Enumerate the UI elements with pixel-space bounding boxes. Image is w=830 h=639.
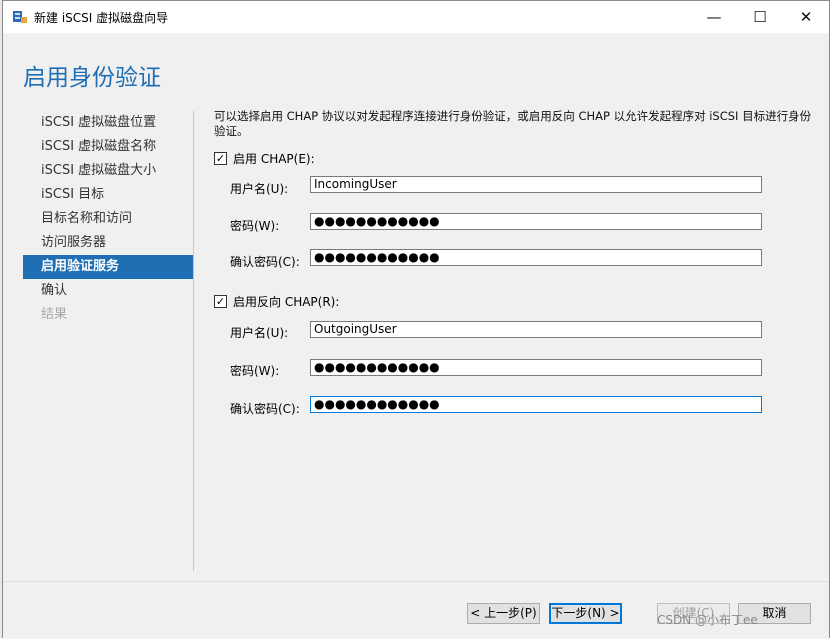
checkbox-checked-icon: ✓: [214, 152, 227, 165]
chap-username-input[interactable]: IncomingUser: [310, 176, 762, 193]
page-title: 启用身份验证: [23, 65, 161, 91]
enable-reverse-chap-checkbox[interactable]: ✓ 启用反向 CHAP(R):: [214, 293, 339, 310]
description-text: 可以选择启用 CHAP 协议以对发起程序连接进行身份验证，或启用反向 CHAP …: [214, 109, 812, 138]
maximize-icon: ☐: [753, 8, 767, 26]
enable-chap-label: 启用 CHAP(E):: [233, 152, 315, 166]
watermark: CSDN @小布丁ee: [657, 613, 758, 627]
close-button[interactable]: ✕: [783, 1, 829, 33]
wizard-step-item: 结果: [41, 307, 68, 322]
reverse-chap-password-label: 密码(W):: [230, 364, 280, 378]
wizard-step-item[interactable]: iSCSI 虚拟磁盘位置: [23, 111, 193, 135]
wizard-window: 新建 iSCSI 虚拟磁盘向导 — ☐ ✕ 启用身份验证 iSCSI 虚拟磁盘位…: [2, 0, 830, 639]
server-manager-icon: [13, 11, 27, 23]
close-icon: ✕: [799, 8, 813, 26]
checkbox-checked-icon: ✓: [214, 295, 227, 308]
wizard-header: 启用身份验证: [3, 33, 829, 101]
chap-confirm-password-input[interactable]: ●●●●●●●●●●●●: [310, 249, 762, 266]
wizard-step-item[interactable]: 确认: [23, 279, 193, 303]
chap-confirm-password-label: 确认密码(C):: [230, 255, 300, 269]
wizard-footer: < 上一步(P) 下一步(N) > 创建(C) 取消: [3, 581, 829, 639]
chap-password-label: 密码(W):: [230, 219, 280, 233]
auth-settings-panel: 可以选择启用 CHAP 协议以对发起程序连接进行身份验证，或启用反向 CHAP …: [214, 109, 814, 416]
previous-button[interactable]: < 上一步(P): [467, 603, 540, 624]
divider: [193, 111, 194, 571]
chap-username-label: 用户名(U):: [230, 182, 289, 196]
enable-reverse-chap-label: 启用反向 CHAP(R):: [233, 295, 340, 309]
wizard-step-item[interactable]: 启用验证服务: [23, 255, 193, 279]
maximize-button[interactable]: ☐: [737, 1, 783, 33]
wizard-step-list: iSCSI 虚拟磁盘位置 iSCSI 虚拟磁盘名称 iSCSI 虚拟磁盘大小 iSCS…: [23, 111, 193, 327]
title-bar[interactable]: 新建 iSCSI 虚拟磁盘向导 — ☐ ✕: [3, 1, 829, 33]
reverse-chap-confirm-password-label: 确认密码(C):: [230, 402, 300, 416]
wizard-step-item[interactable]: iSCSI 目标: [23, 183, 193, 207]
minimize-icon: —: [706, 8, 722, 26]
wizard-body: iSCSI 虚拟磁盘位置 iSCSI 虚拟磁盘名称 iSCSI 虚拟磁盘大小 iSCS…: [3, 101, 829, 581]
reverse-chap-username-label: 用户名(U):: [230, 326, 289, 340]
wizard-step-item[interactable]: iSCSI 虚拟磁盘大小: [23, 159, 193, 183]
next-button[interactable]: 下一步(N) >: [549, 603, 622, 624]
enable-chap-checkbox[interactable]: ✓ 启用 CHAP(E):: [214, 150, 315, 167]
wizard-step-item[interactable]: iSCSI 虚拟磁盘名称: [23, 135, 193, 159]
chap-password-input[interactable]: ●●●●●●●●●●●●: [310, 213, 762, 230]
reverse-chap-password-input[interactable]: ●●●●●●●●●●●●: [310, 359, 762, 376]
wizard-step-item[interactable]: 访问服务器: [23, 231, 193, 255]
window-title: 新建 iSCSI 虚拟磁盘向导: [34, 11, 169, 25]
reverse-chap-username-input[interactable]: OutgoingUser: [310, 321, 762, 338]
wizard-step-item[interactable]: 目标名称和访问: [23, 207, 193, 231]
minimize-button[interactable]: —: [691, 1, 737, 33]
reverse-chap-confirm-password-input[interactable]: ●●●●●●●●●●●●: [310, 396, 762, 413]
